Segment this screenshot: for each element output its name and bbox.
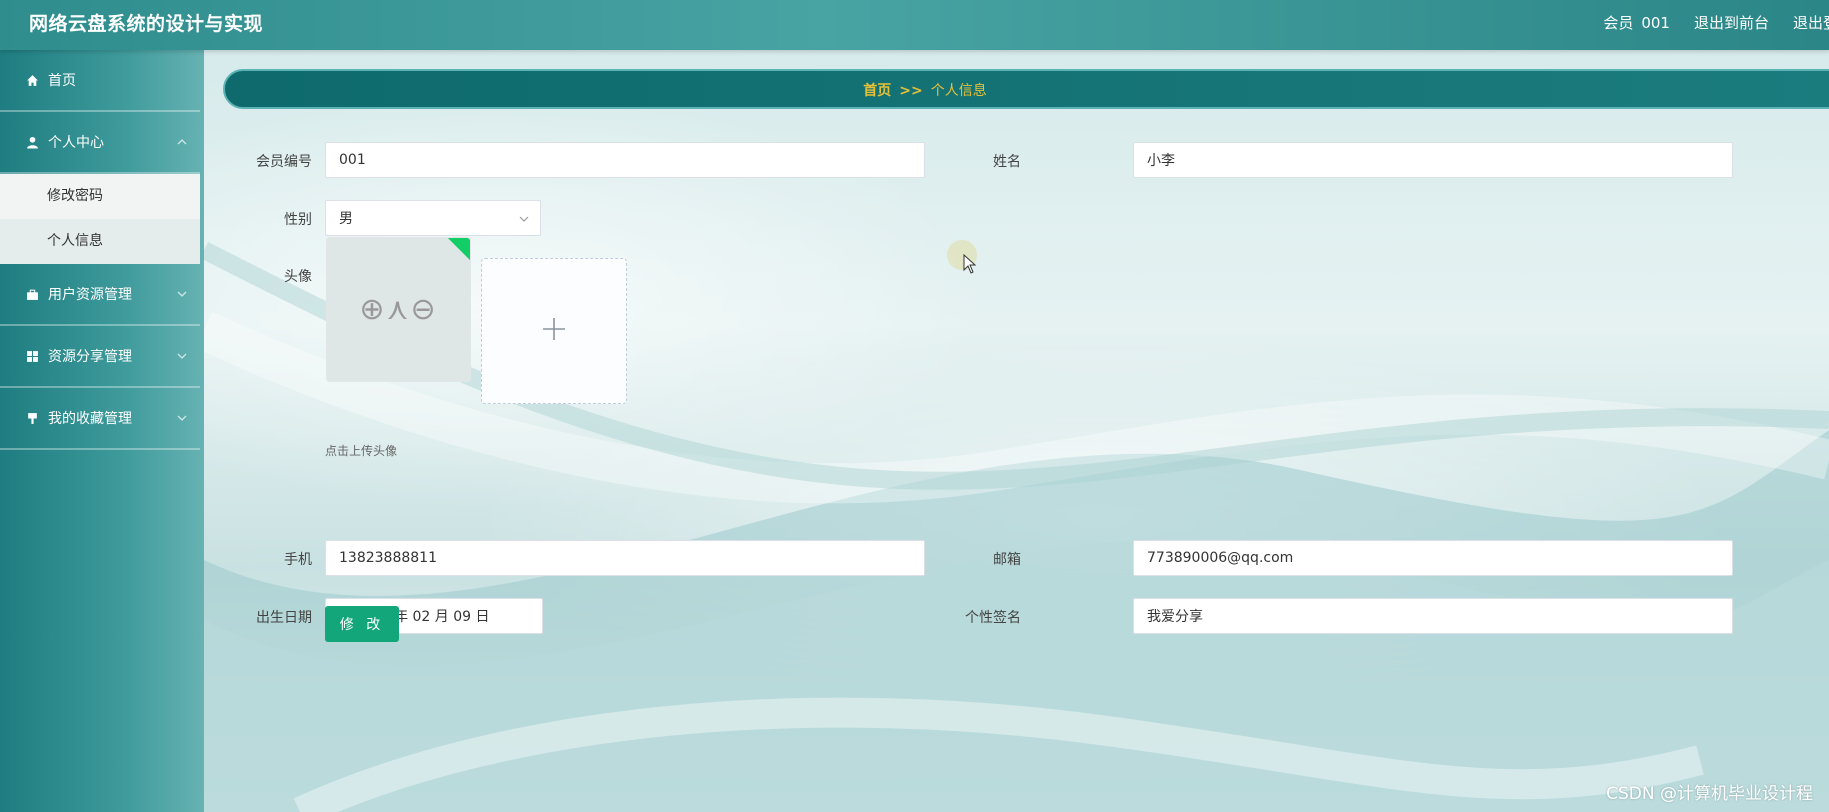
personal-center-submenu: 修改密码 个人信息 <box>0 174 200 264</box>
gender-select[interactable]: 男 <box>325 200 541 236</box>
phone-input[interactable]: 13823888811 <box>325 540 925 576</box>
sidebar: 首页 个人中心 修改密码 个人信息 用户资源管理 资源分享管理 我的收藏管理 <box>0 50 204 812</box>
gender-select-value: 男 <box>339 211 353 227</box>
avatar-image[interactable]: ⊕⋏⊖ <box>326 237 471 382</box>
chevron-up-icon <box>176 136 188 148</box>
sidebar-item-resource-sharing[interactable]: 资源分享管理 <box>0 326 200 388</box>
member-value: 001 <box>1641 14 1670 32</box>
member-no-label: 会员编号 <box>256 154 312 170</box>
modify-button[interactable]: 修 改 <box>325 606 399 642</box>
sidebar-item-my-favorites[interactable]: 我的收藏管理 <box>0 388 200 450</box>
mouse-cursor-icon <box>963 253 977 278</box>
logout-link[interactable]: 退出登录 <box>1793 12 1829 33</box>
sidebar-item-personal-center[interactable]: 个人中心 <box>0 112 200 174</box>
phone-label: 手机 <box>284 552 312 568</box>
main-content: 首页 >> 个人信息 会员编号 001 姓名 小李 性别 男 头像 ⊕⋏⊖ 点击上传… <box>204 50 1829 812</box>
briefcase-icon <box>25 287 39 301</box>
uploaded-check-badge <box>444 238 470 264</box>
sidebar-item-user-resources[interactable]: 用户资源管理 <box>0 264 200 326</box>
gender-label: 性别 <box>284 212 312 228</box>
sidebar-item-label: 我的收藏管理 <box>48 411 132 427</box>
user-icon <box>25 135 39 149</box>
sidebar-item-label: 用户资源管理 <box>48 287 132 303</box>
top-header: 网络云盘系统的设计与实现 会员 001 退出到前台 退出登录 <box>0 0 1829 50</box>
grid-icon <box>25 349 39 363</box>
signature-input[interactable]: 我爱分享 <box>1133 598 1733 634</box>
breadcrumb-home-link[interactable]: 首页 <box>863 83 891 99</box>
breadcrumb-text: 首页 >> 个人信息 <box>225 80 1625 100</box>
sidebar-item-label: 首页 <box>48 73 76 89</box>
sidebar-item-personal-info[interactable]: 个人信息 <box>0 219 200 264</box>
sidebar-item-label: 资源分享管理 <box>48 349 132 365</box>
breadcrumb-separator: >> <box>899 83 923 99</box>
home-icon <box>25 73 39 87</box>
watermark: CSDN @计算机毕业设计程 <box>1606 784 1813 804</box>
chevron-down-icon <box>176 350 188 362</box>
sidebar-item-label: 个人中心 <box>48 135 104 151</box>
avatar-label: 头像 <box>284 269 312 285</box>
avatar-upload-tip: 点击上传头像 <box>325 444 398 458</box>
plus-icon <box>540 315 568 347</box>
signature-label: 个性签名 <box>965 610 1021 626</box>
name-input[interactable]: 小李 <box>1133 142 1733 178</box>
avatar-placeholder-glyphs: ⊕⋏⊖ <box>359 292 438 327</box>
name-label: 姓名 <box>993 154 1021 170</box>
breadcrumb: 首页 >> 个人信息 <box>223 69 1829 109</box>
member-info: 会员 001 <box>1603 12 1670 33</box>
header-right: 会员 001 退出到前台 退出登录 <box>1603 12 1829 33</box>
sidebar-item-change-password[interactable]: 修改密码 <box>0 174 200 219</box>
breadcrumb-current: 个人信息 <box>930 83 987 99</box>
member-label: 会员 <box>1603 14 1634 32</box>
chevron-down-icon <box>176 412 188 424</box>
chevron-down-icon <box>176 288 188 300</box>
email-label: 邮箱 <box>993 552 1021 568</box>
app-title: 网络云盘系统的设计与实现 <box>29 13 264 35</box>
exit-to-front-link[interactable]: 退出到前台 <box>1694 12 1769 33</box>
member-no-input[interactable]: 001 <box>325 142 925 178</box>
pin-icon <box>25 411 39 425</box>
chevron-down-icon <box>518 213 530 225</box>
avatar-upload-button[interactable] <box>481 258 627 404</box>
sidebar-item-home[interactable]: 首页 <box>0 50 200 112</box>
email-input[interactable]: 773890006@qq.com <box>1133 540 1733 576</box>
birthday-label: 出生日期 <box>256 610 312 626</box>
